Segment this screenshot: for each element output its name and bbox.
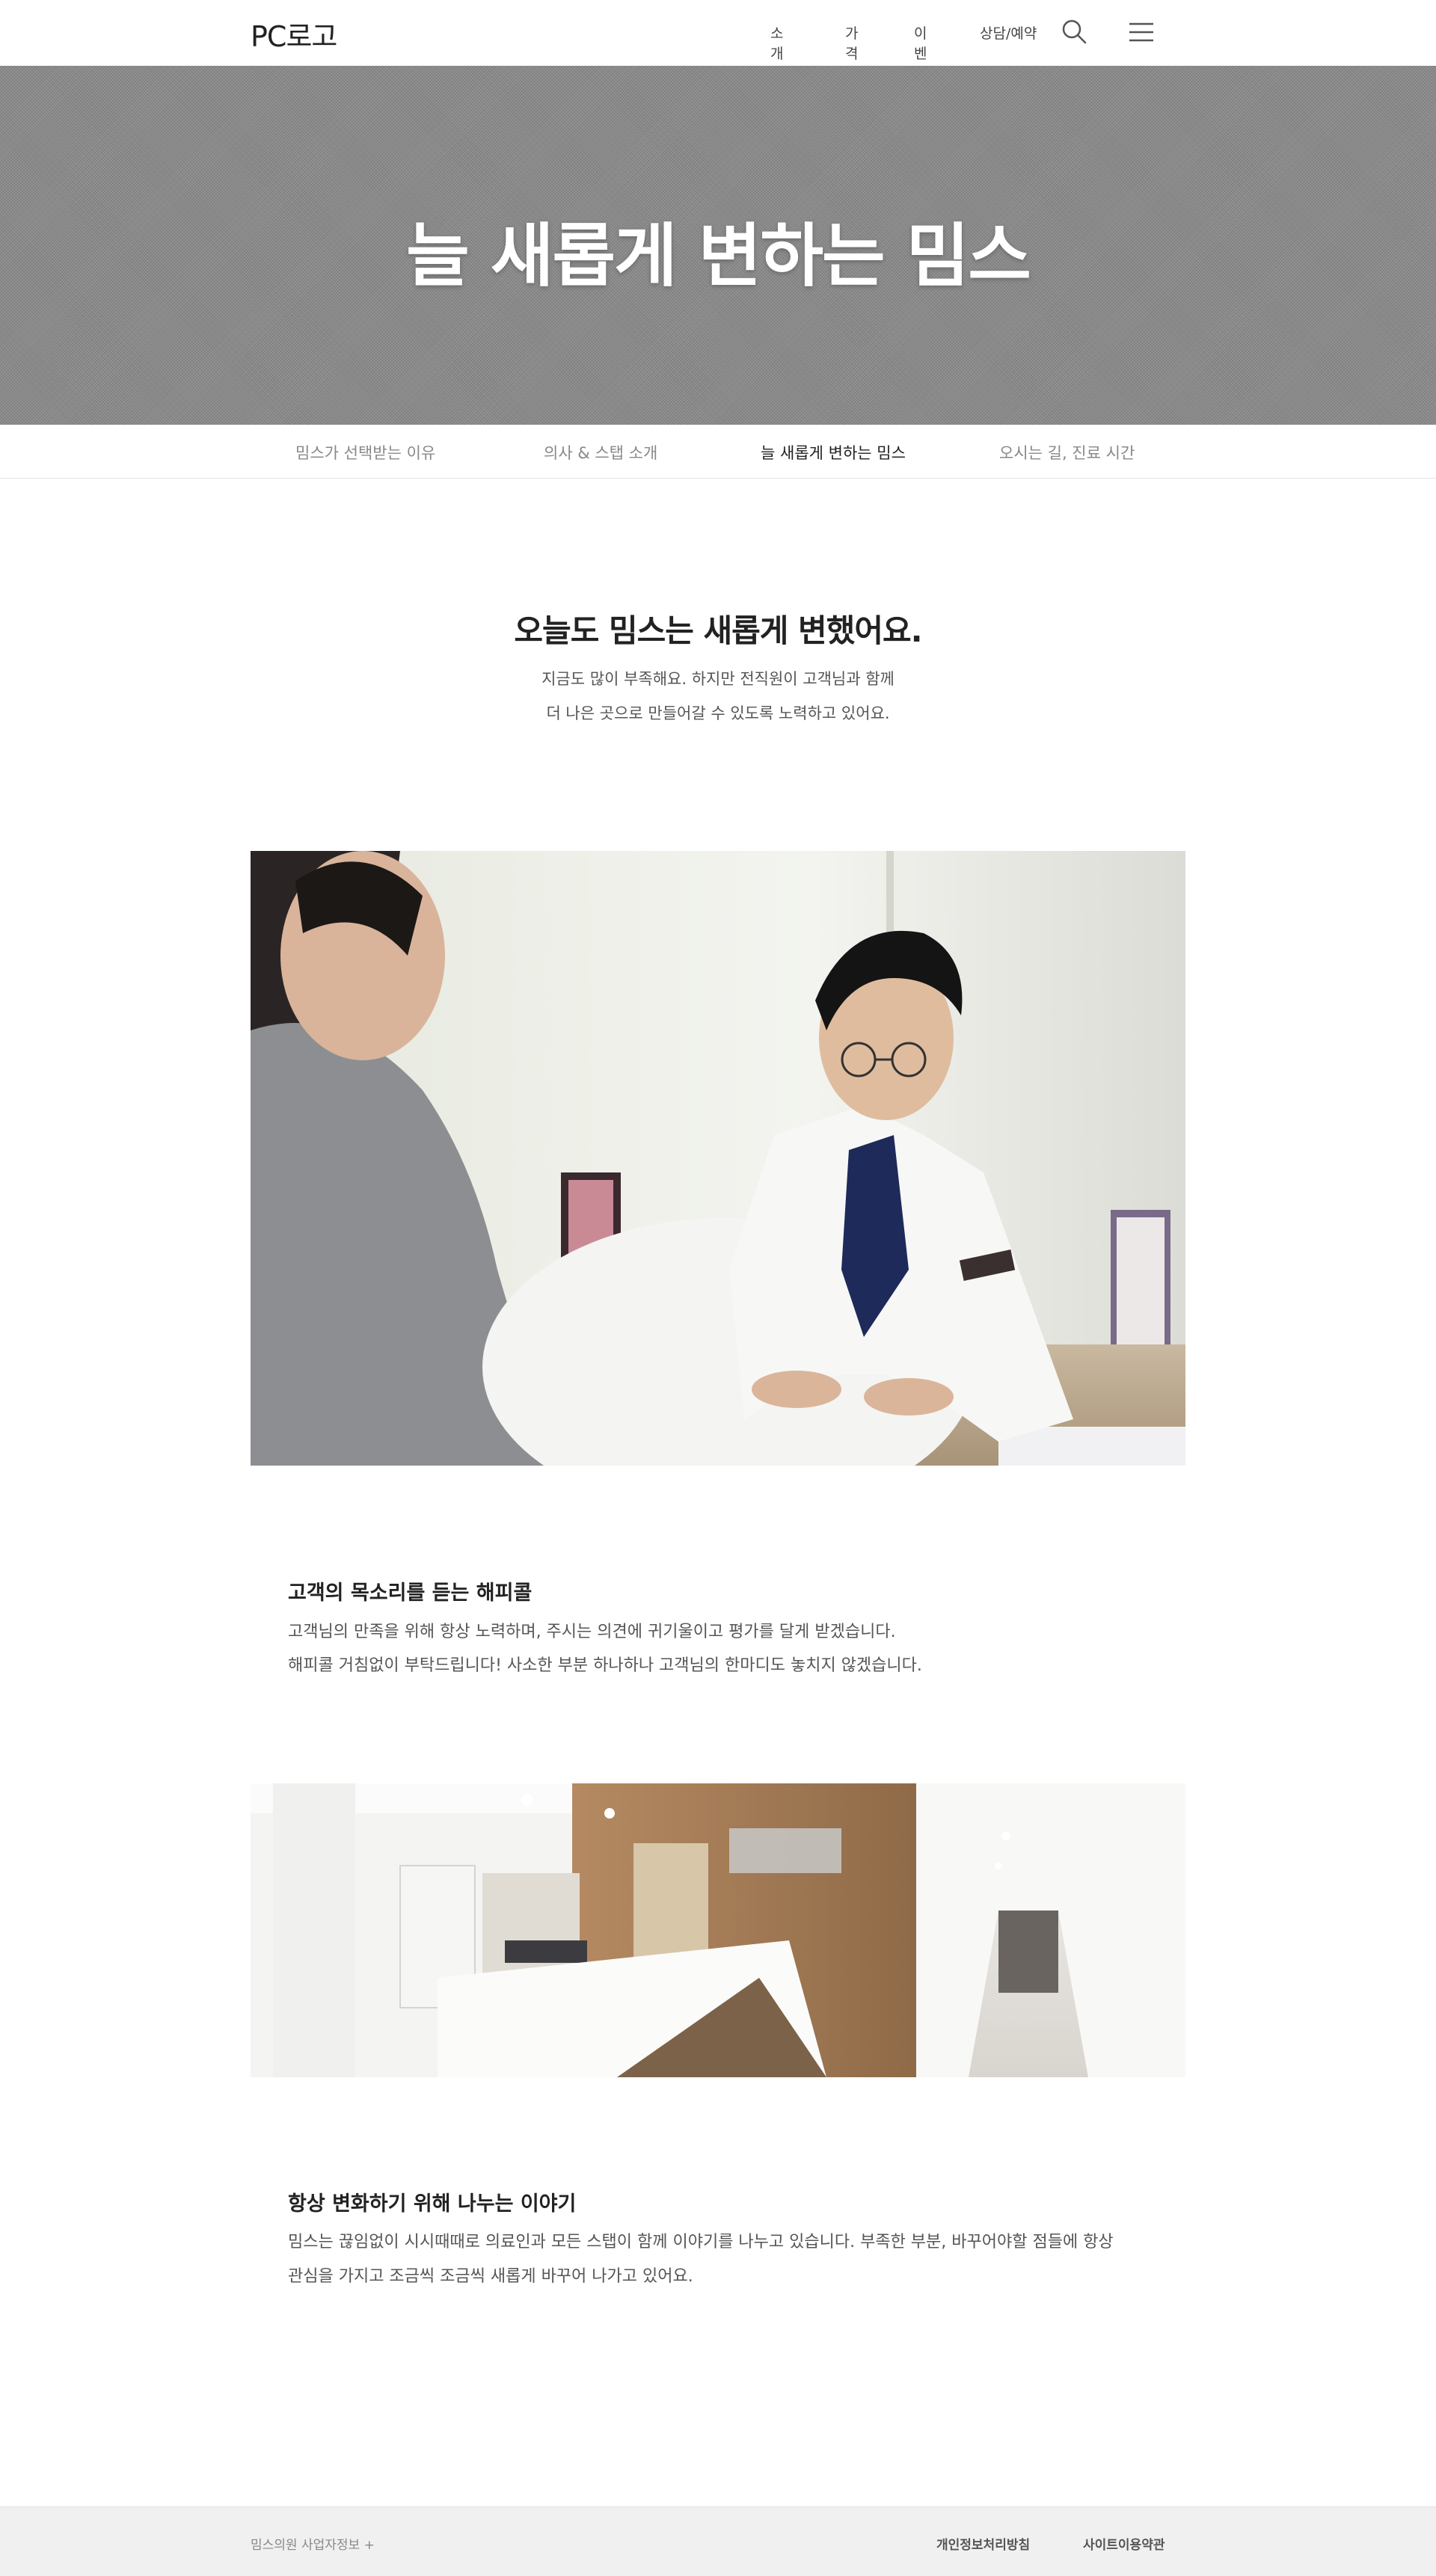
intro-text-line: 지금도 많이 부족해요. 하지만 전직원이 고객님과 함께 [541, 670, 895, 688]
nav-item-price[interactable]: 가격 [845, 22, 858, 63]
section-text-line: 해피콜 거침없이 부탁드립니다! 사소한 부분 하나하나 고객님의 한마디도 놓… [288, 1656, 922, 1675]
intro-text-line: 더 나은 곳으로 만들어갈 수 있도록 노력하고 있어요. [546, 704, 890, 722]
section-text-line: 관심을 가지고 조금씩 조금씩 새롭게 바꾸어 나가고 있어요. [288, 2267, 693, 2286]
site-header: PC로고 소개 가격 이벤트 상담/예약 [0, 0, 1436, 82]
privacy-policy-link[interactable]: 개인정보처리방침 [936, 2534, 1030, 2553]
section-text-line: 밈스는 끊임없이 시시때때로 의료인과 모든 스탭이 함께 이야기를 나누고 있… [288, 2233, 1114, 2251]
subnav-item-changing[interactable]: 늘 새롭게 변하는 밈스 [761, 441, 906, 464]
site-logo[interactable]: PC로고 [251, 13, 337, 55]
subnav-item-location[interactable]: 오시는 길, 진료 시간 [999, 441, 1135, 464]
section-title-happycall: 고객의 목소리를 듣는 해피콜 [288, 1581, 533, 1605]
hero-banner: 늘 새롭게 변하는 밈스 [0, 66, 1436, 425]
menu-icon[interactable] [1128, 21, 1155, 43]
nav-item-consult[interactable]: 상담/예약 [980, 22, 1037, 43]
consultation-photo [251, 851, 1185, 1466]
section-text-line: 고객님의 만족을 위해 항상 노력하며, 주시는 의견에 귀기울이고 평가를 달… [288, 1623, 896, 1641]
consultation-illustration [251, 851, 1185, 1466]
business-info-link[interactable]: 밈스의원 사업자정보 + [251, 2534, 375, 2553]
sub-nav: 밈스가 선택받는 이유 의사 & 스탭 소개 늘 새롭게 변하는 밈스 오시는 … [0, 425, 1436, 479]
hero-title: 늘 새롭게 변하는 밈스 [406, 216, 1031, 296]
section-title-conversation: 항상 변화하기 위해 나누는 이야기 [288, 2192, 577, 2216]
reception-photo [251, 1783, 1185, 2077]
subnav-item-staff[interactable]: 의사 & 스탭 소개 [544, 441, 657, 464]
site-footer: 밈스의원 사업자정보 + 개인정보처리방침 사이트이용약관 [0, 2506, 1436, 2576]
search-icon[interactable] [1061, 18, 1087, 45]
intro-title: 오늘도 밈스는 새롭게 변했어요. [514, 612, 922, 649]
reception-illustration [251, 1783, 1185, 2077]
subnav-item-reasons[interactable]: 밈스가 선택받는 이유 [295, 441, 435, 464]
terms-of-use-link[interactable]: 사이트이용약관 [1083, 2534, 1165, 2553]
nav-item-intro[interactable]: 소개 [770, 22, 783, 63]
